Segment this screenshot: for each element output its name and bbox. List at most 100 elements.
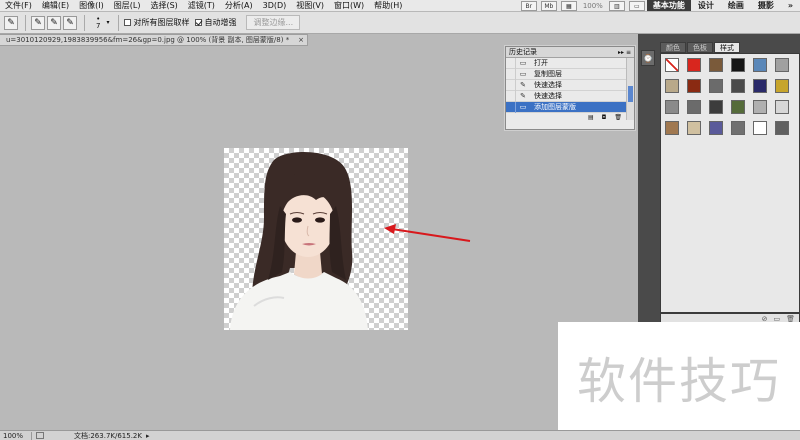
panel-menu-icon[interactable]: ▸▸ ≡ xyxy=(618,49,631,56)
history-panel-footer: ▤ ◘ 🗑 xyxy=(506,113,634,122)
quick-selection-icon: ✎ xyxy=(520,91,526,100)
menu-view[interactable]: 视图(V) xyxy=(291,0,329,11)
bridge-button[interactable]: Br xyxy=(520,1,537,11)
screen-mode-button[interactable]: ▭ xyxy=(628,1,645,11)
snapshot-source-cell[interactable] xyxy=(506,90,516,102)
snapshot-source-cell[interactable] xyxy=(506,57,516,69)
mini-bridge-button[interactable]: Mb xyxy=(540,1,557,11)
history-item-label: 复制图层 xyxy=(534,70,562,78)
style-swatch[interactable] xyxy=(731,79,745,93)
new-document-from-state-icon[interactable]: ▤ xyxy=(588,114,594,121)
close-icon[interactable]: × xyxy=(298,36,304,44)
arrange-documents-button[interactable]: ▥ xyxy=(608,1,625,11)
tab-swatches[interactable]: 色板 xyxy=(687,42,713,53)
menu-filter[interactable]: 滤镜(T) xyxy=(183,0,220,11)
workspace-painting[interactable]: 绘画 xyxy=(721,0,751,11)
style-swatch[interactable] xyxy=(709,100,723,114)
snapshot-source-cell[interactable] xyxy=(506,79,516,91)
style-swatch[interactable] xyxy=(731,58,745,72)
style-swatch[interactable] xyxy=(775,79,789,93)
document-tab[interactable]: u=3010120929,1983839956&fm=26&gp=0.jpg @… xyxy=(0,34,308,46)
divider xyxy=(118,14,120,31)
add-to-selection-icon[interactable]: ✎ xyxy=(47,15,61,30)
workspace-essentials[interactable]: 基本功能 xyxy=(646,0,691,11)
menu-bar: 文件(F) 编辑(E) 图像(I) 图层(L) 选择(S) 滤镜(T) 分析(A… xyxy=(0,0,800,12)
snapshot-camera-icon[interactable]: ◘ xyxy=(602,114,607,121)
menu-edit[interactable]: 编辑(E) xyxy=(37,0,74,11)
history-item-selected[interactable]: ▭ 添加图层蒙版 xyxy=(506,101,634,113)
subtract-from-selection-icon[interactable]: ✎ xyxy=(63,15,77,30)
style-swatch[interactable] xyxy=(665,58,679,72)
tab-styles[interactable]: 样式 xyxy=(714,42,740,53)
snapshot-source-cell[interactable] xyxy=(506,101,516,113)
history-item[interactable]: ✎ 快速选择 xyxy=(506,79,634,91)
style-swatch[interactable] xyxy=(709,121,723,135)
style-swatch[interactable] xyxy=(687,100,701,114)
menu-image[interactable]: 图像(I) xyxy=(74,0,109,11)
menu-file[interactable]: 文件(F) xyxy=(0,0,37,11)
workspace-more-button[interactable]: » xyxy=(781,0,800,11)
history-item[interactable]: ▭ 复制图层 xyxy=(506,68,634,80)
history-item-label: 打开 xyxy=(534,59,548,67)
menu-select[interactable]: 选择(S) xyxy=(145,0,182,11)
menu-window[interactable]: 窗口(W) xyxy=(329,0,369,11)
sample-all-layers-label: 对所有图层取样 xyxy=(133,18,190,27)
menu-help[interactable]: 帮助(H) xyxy=(369,0,407,11)
style-swatch[interactable] xyxy=(665,121,679,135)
chevron-down-icon[interactable]: ▾ xyxy=(106,19,109,26)
style-swatch[interactable] xyxy=(753,100,767,114)
style-swatch[interactable] xyxy=(709,79,723,93)
auto-enhance-option[interactable]: 自动增强 xyxy=(195,17,236,28)
style-swatch[interactable] xyxy=(665,79,679,93)
history-open-icon: ▭ xyxy=(519,58,527,67)
brush-size-picker[interactable]: • 7 xyxy=(96,15,100,30)
zoom-level[interactable]: 100% xyxy=(583,2,603,10)
style-swatch[interactable] xyxy=(687,121,701,135)
snapshot-source-cell[interactable] xyxy=(506,68,516,80)
history-panel-header: 历史记录 ▸▸ ≡ xyxy=(506,47,634,58)
sample-all-layers-option[interactable]: 对所有图层取样 xyxy=(124,17,189,28)
status-menu-arrow-icon[interactable]: ▸ xyxy=(146,432,150,440)
status-zoom[interactable]: 100% xyxy=(0,431,32,440)
divider xyxy=(25,14,26,31)
trash-icon[interactable]: 🗑 xyxy=(614,114,622,121)
history-item-label: 快速选择 xyxy=(534,81,562,89)
history-panel: 历史记录 ▸▸ ≡ ▭ 打开 ▭ 复制图层 ✎ 快速选择 ✎ 快速选择 ▭ 添加… xyxy=(505,46,635,130)
style-swatch[interactable] xyxy=(775,121,789,135)
history-item[interactable]: ▭ 打开 xyxy=(506,57,634,69)
workspace-design[interactable]: 设计 xyxy=(691,0,721,11)
history-item[interactable]: ✎ 快速选择 xyxy=(506,90,634,102)
menu-analysis[interactable]: 分析(A) xyxy=(220,0,258,11)
auto-enhance-label: 自动增强 xyxy=(204,18,237,27)
style-swatch[interactable] xyxy=(731,121,745,135)
style-swatch[interactable] xyxy=(775,58,789,72)
menu-layer[interactable]: 图层(L) xyxy=(109,0,146,11)
style-swatch[interactable] xyxy=(775,100,789,114)
history-panel-title[interactable]: 历史记录 xyxy=(509,47,537,57)
menu-3d[interactable]: 3D(D) xyxy=(258,0,292,11)
watermark: 软件技巧 xyxy=(558,322,800,432)
history-scrollbar[interactable] xyxy=(626,58,634,120)
quick-selection-icon: ✎ xyxy=(520,80,526,89)
style-swatch[interactable] xyxy=(687,58,701,72)
style-swatch-grid xyxy=(665,58,789,135)
style-swatch[interactable] xyxy=(731,100,745,114)
style-swatch[interactable] xyxy=(687,79,701,93)
styles-panel xyxy=(660,53,800,313)
tool-preset-icon[interactable]: ✎ xyxy=(4,15,18,30)
refine-edge-button[interactable]: 调整边缘... xyxy=(246,15,301,30)
history-item-label: 快速选择 xyxy=(534,92,562,100)
new-selection-icon[interactable]: ✎ xyxy=(31,15,45,30)
style-swatch[interactable] xyxy=(753,79,767,93)
style-swatch[interactable] xyxy=(709,58,723,72)
auto-enhance-checkbox[interactable] xyxy=(195,19,203,26)
style-swatch[interactable] xyxy=(665,100,679,114)
style-swatch[interactable] xyxy=(753,58,767,72)
tab-color[interactable]: 颜色 xyxy=(660,42,686,53)
style-swatch[interactable] xyxy=(753,121,767,135)
history-panel-icon[interactable]: ⌚ xyxy=(641,50,655,66)
scrollbar-thumb[interactable] xyxy=(628,86,633,102)
sample-all-layers-checkbox[interactable] xyxy=(124,19,132,26)
view-extras-button[interactable]: ▦ xyxy=(560,1,577,11)
workspace-photography[interactable]: 摄影 xyxy=(751,0,781,11)
